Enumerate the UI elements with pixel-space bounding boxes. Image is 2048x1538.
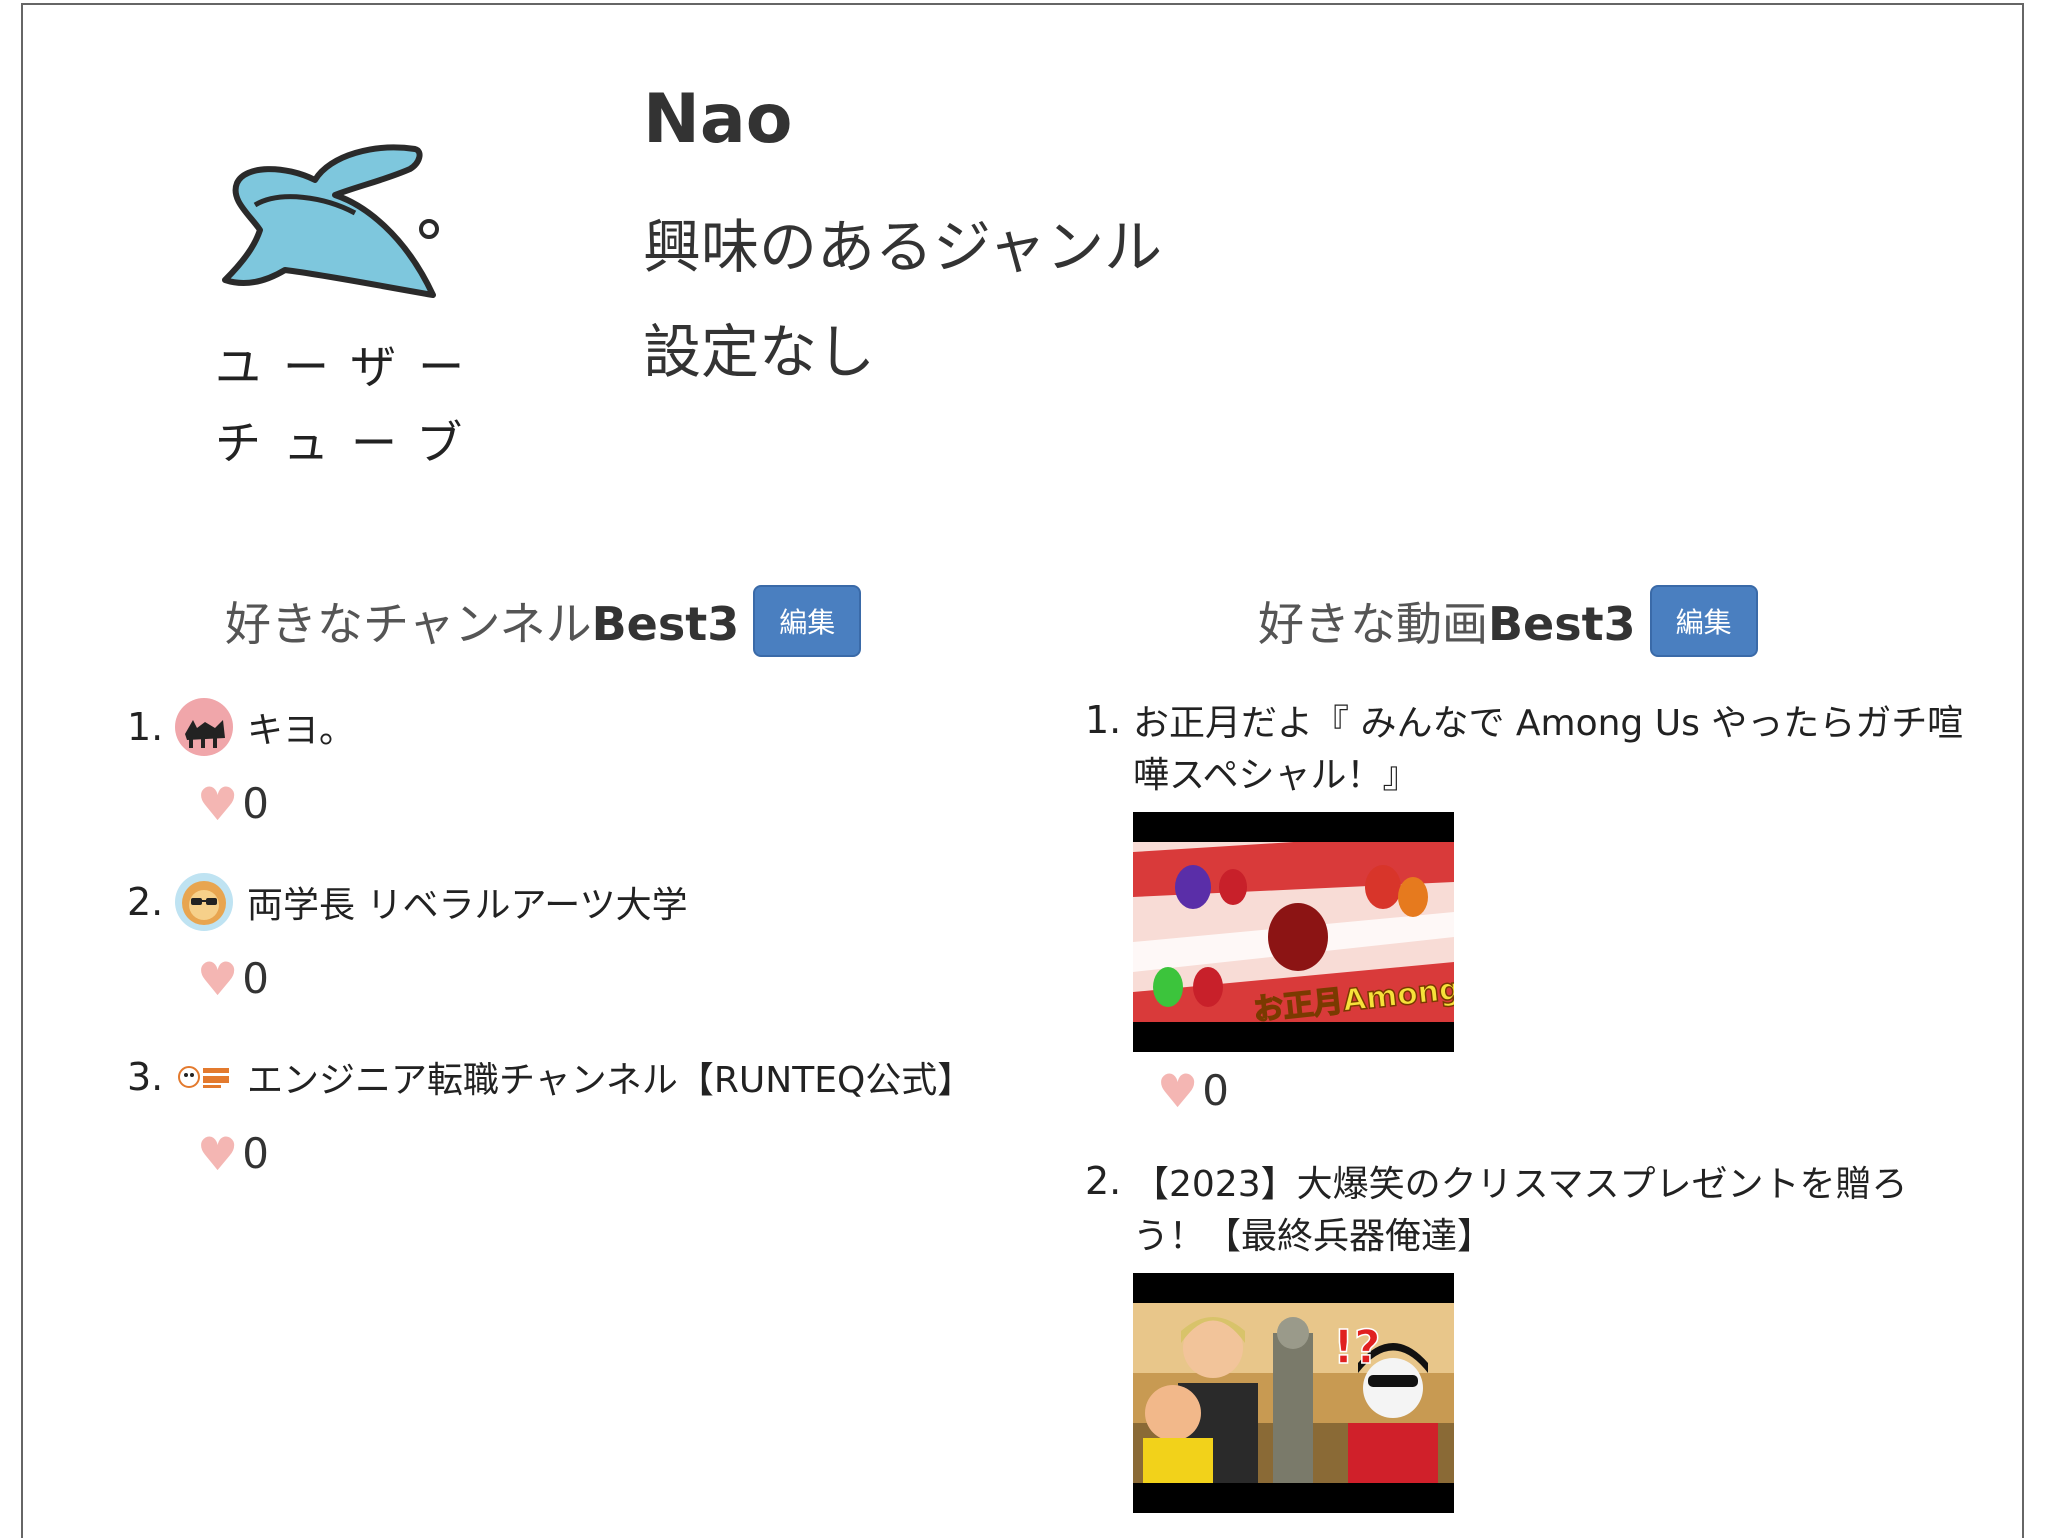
edit-videos-button[interactable]: 編集 bbox=[1649, 585, 1758, 657]
user-name: Nao bbox=[643, 80, 793, 159]
channel-like: ♥ 0 bbox=[197, 954, 688, 1003]
favorite-videos-title: 好きな動画Best3 bbox=[1258, 597, 1636, 651]
channel-rank: 3. bbox=[127, 1055, 164, 1099]
lion-avatar-icon[interactable] bbox=[175, 873, 233, 931]
channel-name-link[interactable]: キヨ。 bbox=[247, 701, 355, 753]
channel-rank: 2. bbox=[127, 880, 164, 924]
like-count: 0 bbox=[1202, 1066, 1229, 1115]
heart-icon[interactable]: ♥ bbox=[197, 781, 238, 827]
channel-name-link[interactable]: エンジニア転職チャンネル【RUNTEQ公式】 bbox=[247, 1051, 973, 1103]
video-title-link[interactable]: 【2023】大爆笑のクリスマスプレゼントを贈ろう！【最終兵器俺達】 bbox=[1133, 1159, 1933, 1263]
like-count: 0 bbox=[242, 1129, 269, 1178]
channel-like: ♥ 0 bbox=[197, 1129, 973, 1178]
video-like: ♥ 0 bbox=[1157, 1066, 1985, 1115]
cat-avatar-icon[interactable] bbox=[175, 698, 233, 756]
channel-rank: 1. bbox=[127, 705, 164, 749]
channel-list-item: 2. 両学長 リベラルアーツ大学 ♥ 0 bbox=[127, 870, 688, 1003]
video-list-item: 1. お正月だよ『 みんなで Among Us やったらガチ喧嘩スペシャル！』 … bbox=[1085, 698, 1985, 1115]
rabbit-logo-icon bbox=[222, 144, 439, 298]
site-logo[interactable]: ユーザー チューブ bbox=[215, 135, 475, 475]
video-title-link[interactable]: お正月だよ『 みんなで Among Us やったらガチ喧嘩スペシャル！』 bbox=[1133, 698, 1985, 802]
edit-channels-button[interactable]: 編集 bbox=[753, 585, 862, 657]
favorite-channels-title: 好きなチャンネルBest3 bbox=[225, 597, 740, 651]
video-thumbnail[interactable]: お正月Among us bbox=[1133, 812, 1454, 1052]
like-count: 0 bbox=[242, 954, 269, 1003]
logo-text-line2: チューブ bbox=[215, 416, 485, 470]
channel-like: ♥ 0 bbox=[197, 779, 355, 828]
christmas-thumbnail-image: !? bbox=[1133, 1303, 1454, 1483]
heart-icon[interactable]: ♥ bbox=[197, 1131, 238, 1177]
heart-icon[interactable]: ♥ bbox=[1157, 1068, 1198, 1114]
genre-value: 設定なし bbox=[643, 318, 876, 386]
like-count: 0 bbox=[242, 779, 269, 828]
video-thumbnail[interactable]: !? bbox=[1133, 1273, 1454, 1513]
heart-icon[interactable]: ♥ bbox=[197, 956, 238, 1002]
runteq-avatar-icon[interactable] bbox=[175, 1048, 233, 1106]
channel-list-item: 1. キヨ。 ♥ 0 bbox=[127, 695, 355, 828]
among-us-thumbnail-image: お正月Among us bbox=[1133, 842, 1454, 1022]
video-list-item: 2. 【2023】大爆笑のクリスマスプレゼントを贈ろう！【最終兵器俺達】 !? bbox=[1085, 1159, 1985, 1513]
logo-text-line1: ユーザー bbox=[215, 340, 487, 394]
video-rank: 1. bbox=[1085, 698, 1122, 742]
channel-name-link[interactable]: 両学長 リベラルアーツ大学 bbox=[247, 876, 688, 928]
genre-label: 興味のあるジャンル bbox=[643, 213, 1163, 281]
favorite-channels-heading: 好きなチャンネルBest3 編集 bbox=[225, 585, 862, 657]
video-rank: 2. bbox=[1085, 1159, 1122, 1203]
thumbnail-caption: !? bbox=[1333, 1320, 1381, 1374]
favorite-videos-heading: 好きな動画Best3 編集 bbox=[1258, 585, 1758, 657]
channel-list-item: 3. エンジニア転職チャンネル【RUNTEQ公式】 ♥ 0 bbox=[127, 1045, 973, 1178]
